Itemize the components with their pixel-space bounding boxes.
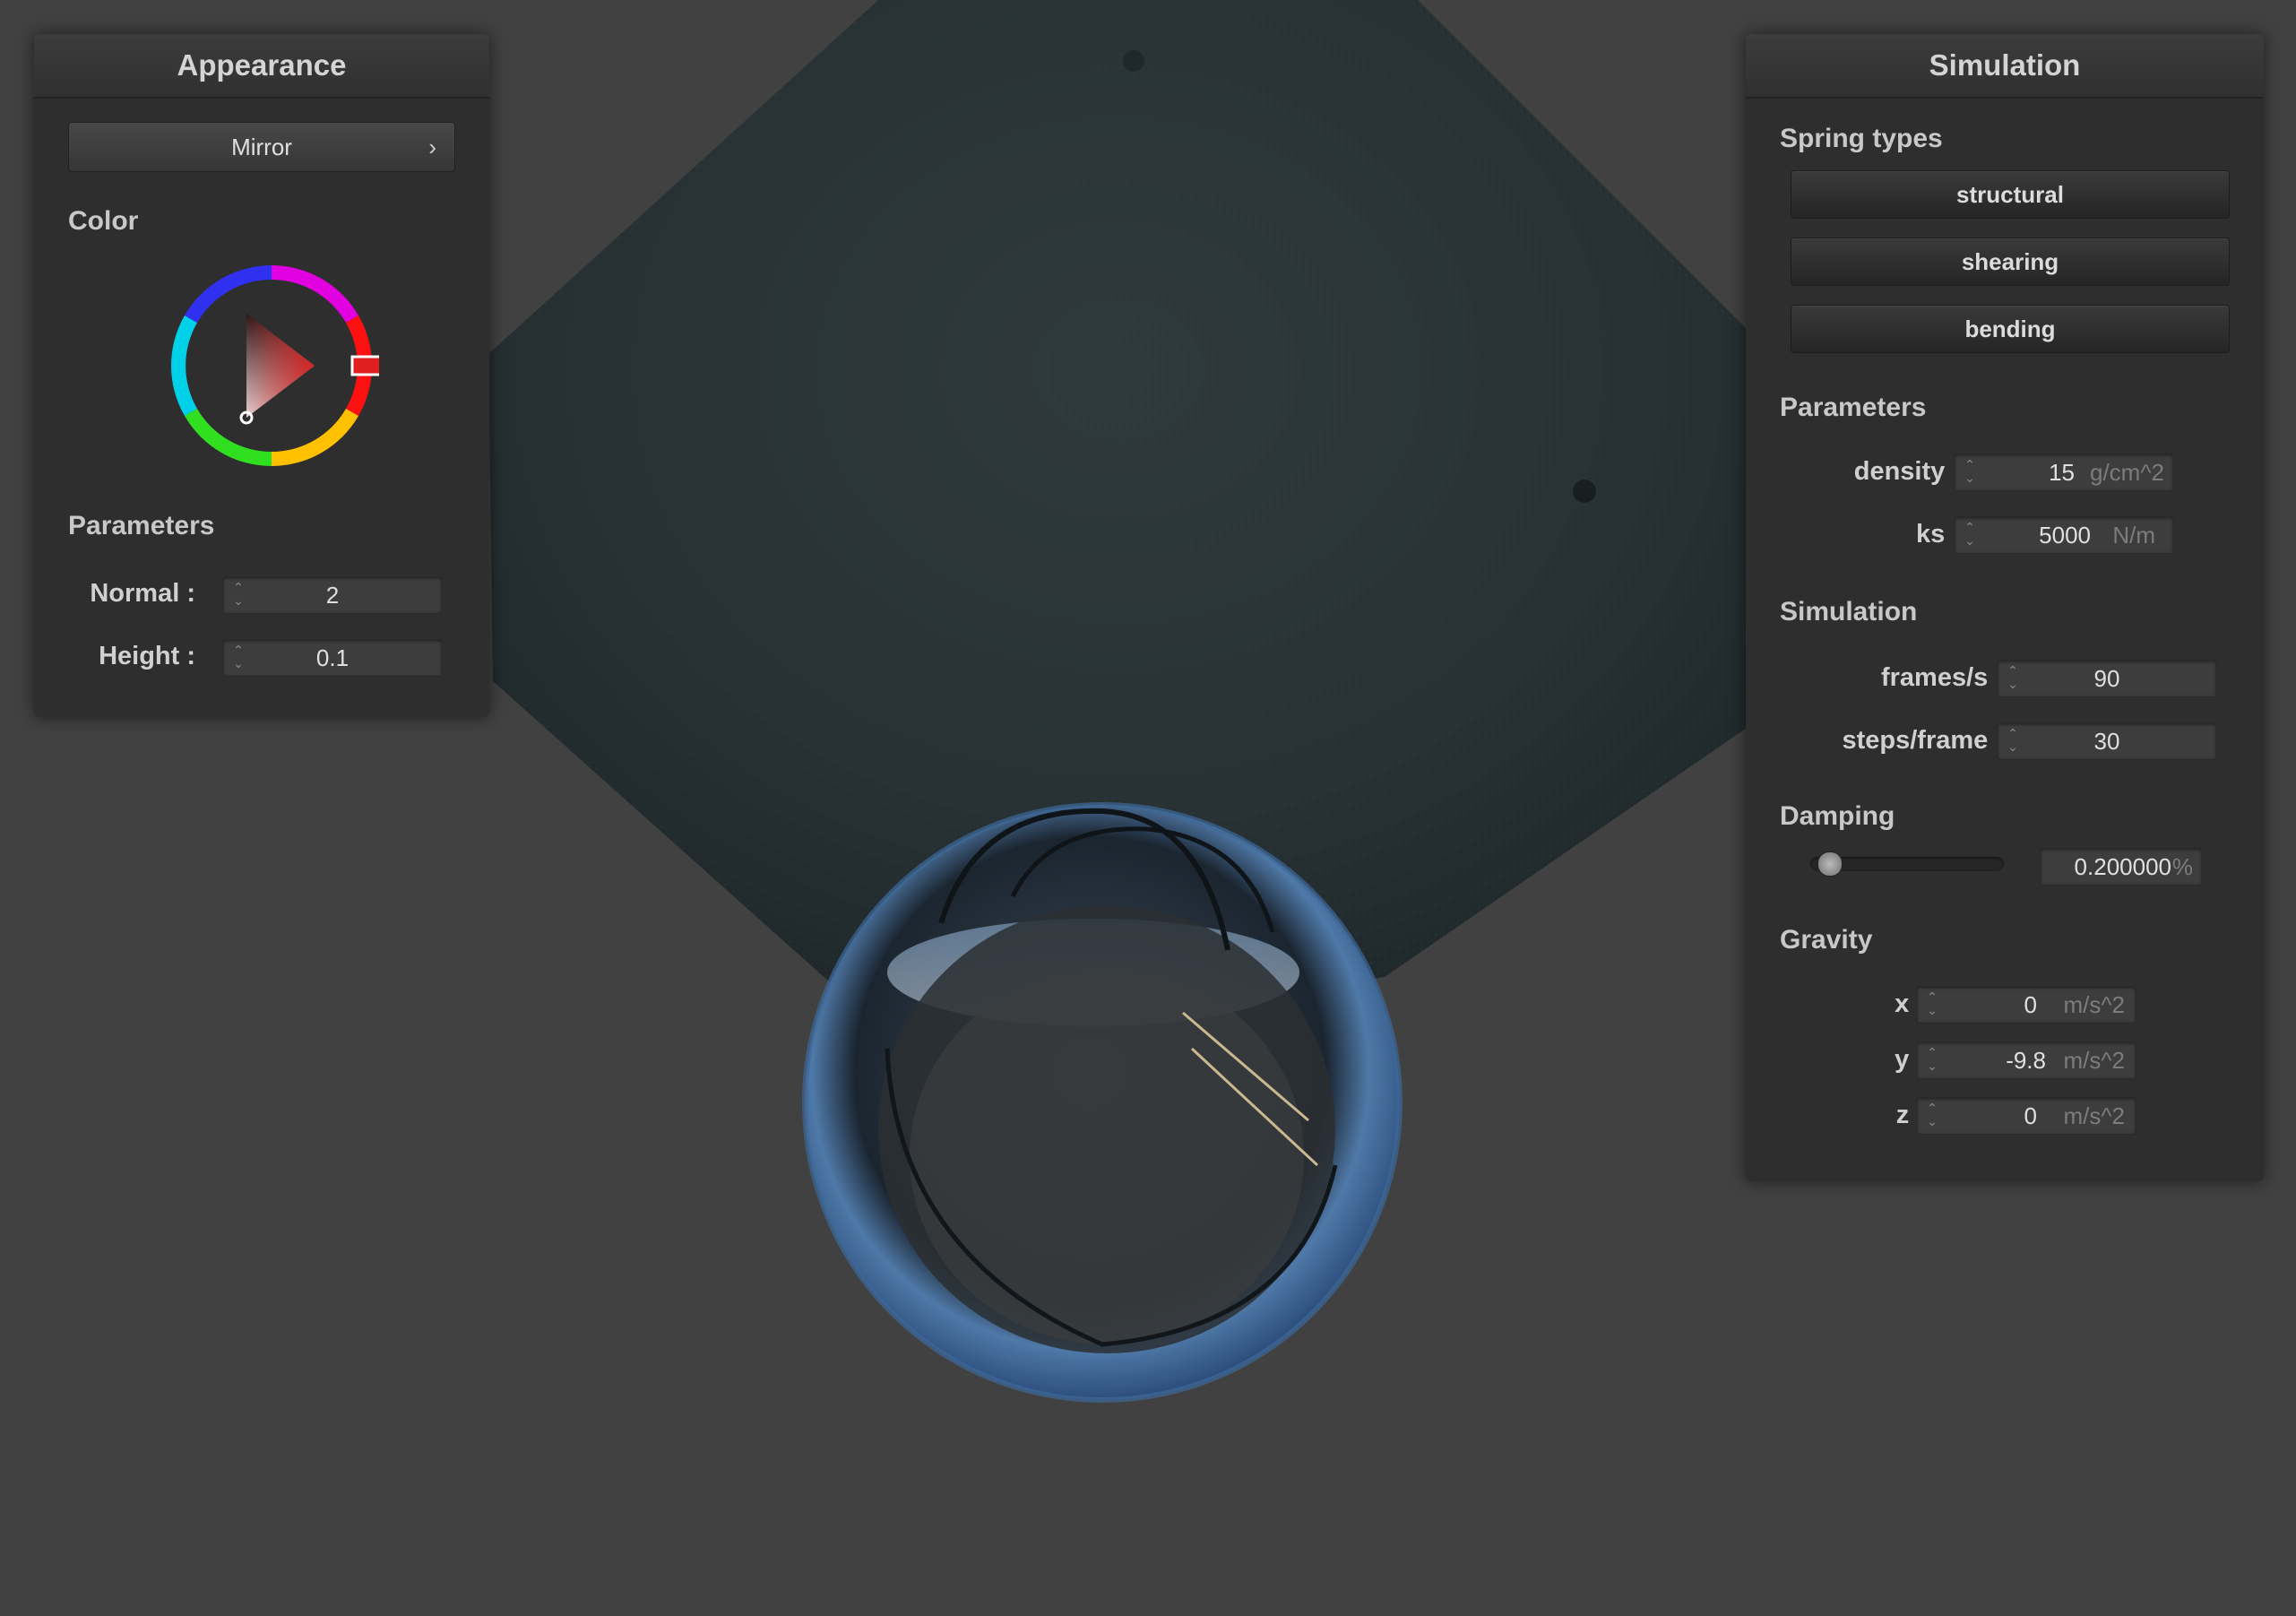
- appearance-panel: Appearance Mirror › Color Parameters Nor…: [34, 34, 489, 717]
- spinner-arrows-icon[interactable]: ⌃ ⌄: [1926, 990, 1938, 1019]
- mirror-sphere: [802, 802, 1403, 1403]
- color-section-label: Color: [68, 206, 139, 236]
- spinner-arrows-icon[interactable]: ⌃ ⌄: [1926, 1102, 1938, 1130]
- ks-label: ks :: [1916, 520, 1961, 549]
- damping-label: Damping: [1780, 801, 1895, 831]
- damping-slider-knob[interactable]: [1817, 851, 1843, 877]
- appearance-panel-title: Appearance: [34, 34, 489, 99]
- frames-per-second-input[interactable]: ⌃ ⌄ 90: [1997, 660, 2217, 697]
- gravity-z-input[interactable]: ⌃ ⌄ 0 m/s^2: [1916, 1097, 2136, 1135]
- gravity-z-label: z :: [1895, 1101, 1925, 1129]
- color-wheel[interactable]: [164, 258, 379, 473]
- spinner-arrows-icon[interactable]: ⌃ ⌄: [1926, 1046, 1938, 1075]
- frames-per-second-label: frames/s :: [1880, 663, 2004, 692]
- simulation-section-label: Simulation: [1780, 597, 1918, 627]
- simulation-panel: Simulation Spring types structural shear…: [1746, 34, 2264, 1181]
- hue-selector-handle[interactable]: [350, 355, 379, 376]
- damping-value-input[interactable]: 0.200000 %: [2040, 848, 2203, 886]
- gravity-label: Gravity: [1780, 925, 1873, 955]
- gravity-x-input[interactable]: ⌃ ⌄ 0 m/s^2: [1916, 986, 2136, 1024]
- shader-select-button[interactable]: Mirror ›: [68, 122, 455, 172]
- shearing-button[interactable]: shearing: [1791, 238, 2230, 286]
- appearance-parameters-label: Parameters: [68, 511, 215, 540]
- gravity-x-label: x :: [1895, 989, 1925, 1018]
- gravity-y-label: y :: [1895, 1045, 1925, 1074]
- damping-slider[interactable]: [1810, 851, 2004, 877]
- density-label: density :: [1853, 457, 1961, 486]
- height-label: Height :: [99, 642, 195, 670]
- spinner-arrows-icon[interactable]: ⌃ ⌄: [1964, 521, 1976, 549]
- spring-types-label: Spring types: [1780, 124, 1943, 153]
- chevron-right-icon: ›: [428, 134, 436, 160]
- structural-button[interactable]: structural: [1791, 170, 2230, 219]
- steps-per-frame-input[interactable]: ⌃ ⌄ 30: [1997, 722, 2217, 760]
- sim-parameters-label: Parameters: [1780, 393, 1927, 422]
- saturation-triangle[interactable]: [236, 303, 325, 428]
- density-input[interactable]: ⌃ ⌄ 15 g/cm^2: [1954, 454, 2174, 491]
- bending-button[interactable]: bending: [1791, 305, 2230, 353]
- spinner-arrows-icon[interactable]: ⌃ ⌄: [1964, 458, 1976, 487]
- gravity-y-input[interactable]: ⌃ ⌄ -9.8 m/s^2: [1916, 1041, 2136, 1079]
- normal-input[interactable]: ⌃ ⌄ 2: [222, 576, 443, 614]
- ks-input[interactable]: ⌃ ⌄ 5000 N/m: [1954, 516, 2174, 554]
- normal-label: Normal :: [90, 579, 195, 608]
- shader-select-label: Mirror: [231, 134, 292, 160]
- simulation-panel-title: Simulation: [1746, 34, 2264, 99]
- height-input[interactable]: ⌃ ⌄ 0.1: [222, 639, 443, 677]
- steps-per-frame-label: steps/frame :: [1842, 726, 2004, 755]
